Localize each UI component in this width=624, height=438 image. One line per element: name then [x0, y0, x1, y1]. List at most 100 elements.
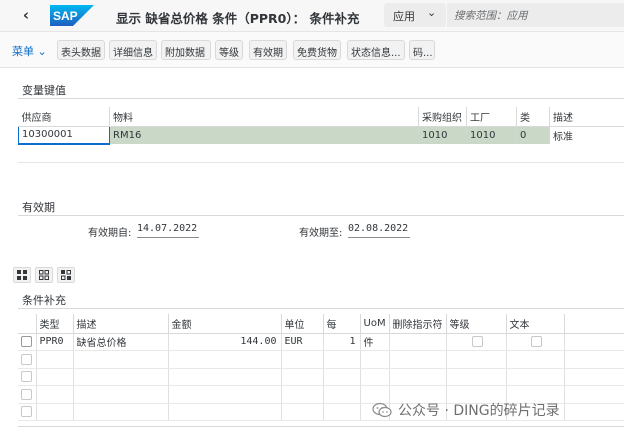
material-field: RM16 — [109, 126, 419, 144]
conditions-section-title: 条件补充 — [22, 294, 66, 307]
column-header: 删除指示符 — [389, 314, 447, 334]
column-header: 单位 — [281, 314, 324, 334]
column-header: 类 — [516, 107, 550, 127]
empty-cell — [360, 368, 390, 386]
status-info-button[interactable]: 状态信息... — [347, 40, 405, 60]
empty-cell — [389, 368, 447, 386]
code-button[interactable]: 码... — [409, 40, 435, 60]
unit-cell: EUR — [281, 333, 324, 351]
details-button[interactable]: 详细信息 — [109, 40, 157, 60]
validity-section-title: 有效期 — [22, 201, 55, 214]
vendor-field[interactable]: 10300001 — [18, 125, 110, 145]
empty-cell — [564, 368, 624, 386]
purch-org-field: 1010 — [418, 126, 467, 144]
row-select[interactable] — [18, 403, 37, 421]
column-header: 金额 — [168, 314, 282, 334]
empty-cell — [281, 368, 324, 386]
empty-cell — [389, 350, 447, 369]
free-goods-button[interactable]: 免费货物 — [293, 40, 341, 60]
header-data-button[interactable]: 表头数据 — [57, 40, 105, 60]
valid-to-label: 有效期至: — [299, 228, 343, 239]
key-section-title: 变量键值 — [22, 84, 66, 97]
empty-cell — [36, 403, 74, 421]
row-select[interactable] — [18, 350, 37, 369]
menu-button[interactable]: 菜单 ⌄ — [12, 43, 47, 59]
column-header: 类型 — [36, 314, 74, 334]
chevron-left-icon[interactable]: ‹ — [18, 7, 34, 23]
per-cell: 1 — [323, 333, 361, 351]
row-checkbox[interactable] — [21, 353, 32, 365]
empty-cell — [564, 350, 624, 369]
empty-cell — [506, 350, 565, 369]
scales-checkbox[interactable] — [472, 336, 483, 347]
row-checkbox[interactable] — [21, 388, 32, 400]
row-checkbox[interactable] — [21, 371, 32, 382]
column-header: 文本 — [506, 314, 565, 334]
amount-cell: 144.00 — [168, 333, 282, 351]
empty-cell — [564, 403, 624, 421]
deletion-indicator-cell — [389, 333, 447, 351]
empty-cell — [73, 350, 169, 369]
empty-cell — [506, 368, 565, 386]
divider — [18, 426, 624, 427]
empty-cell — [73, 403, 169, 421]
empty-cell — [281, 385, 324, 404]
search-scope-dropdown[interactable]: 应用 ⌄ — [384, 3, 446, 27]
empty-cell — [73, 385, 169, 404]
empty-cell — [168, 385, 282, 404]
row-checkbox[interactable] — [21, 406, 32, 417]
divider — [18, 98, 624, 99]
empty-cell — [73, 368, 169, 386]
divider — [18, 308, 624, 309]
table-row — [18, 350, 624, 369]
empty-cell — [323, 350, 361, 369]
table-row — [18, 368, 624, 386]
description-cell: 缺省总价格 — [73, 333, 169, 351]
grid-view-icon[interactable] — [13, 267, 31, 283]
select-column-header — [18, 314, 37, 334]
empty-cell — [323, 368, 361, 386]
grid-mixed-icon[interactable] — [57, 267, 75, 283]
valid-from-field[interactable]: 14.07.2022 — [137, 222, 199, 238]
table-row: 10300001 RM16 1010 1010 0 标准 — [18, 125, 624, 145]
empty-cell — [36, 385, 74, 404]
empty-cell — [168, 368, 282, 386]
additional-data-button[interactable]: 附加数据 — [161, 40, 211, 60]
menu-label: 菜单 — [12, 45, 34, 58]
column-header: 物料 — [109, 107, 419, 127]
empty-cell — [281, 403, 324, 421]
row-select[interactable] — [18, 368, 37, 386]
empty-cell — [323, 403, 361, 421]
key-table: 供应商 物料 采购组织 工厂 类 描述 10300001 RM16 1010 1… — [18, 107, 624, 145]
class-field: 0 — [516, 126, 550, 144]
row-select[interactable] — [18, 385, 37, 404]
column-header: 工厂 — [466, 107, 517, 127]
validity-button[interactable]: 有效期 — [249, 40, 287, 60]
empty-cell — [446, 350, 507, 369]
empty-row — [18, 145, 624, 163]
column-header: 每 — [323, 314, 361, 334]
sap-logo[interactable]: SAP — [50, 5, 94, 26]
grid-outline-icon[interactable] — [35, 267, 53, 283]
empty-cell — [323, 385, 361, 404]
empty-cell — [360, 350, 390, 369]
search-input[interactable]: 搜索范围：应用 — [447, 3, 624, 27]
scales-cell — [446, 333, 507, 351]
valid-to-field[interactable]: 02.08.2022 — [348, 222, 410, 238]
empty-cell — [446, 368, 507, 386]
empty-cell — [36, 350, 74, 369]
row-checkbox[interactable] — [21, 336, 32, 347]
type-cell: PPR0 — [36, 333, 74, 351]
wechat-icon — [372, 402, 392, 418]
chevron-down-icon: ⌄ — [37, 45, 47, 58]
valid-from-label: 有效期自: — [88, 228, 132, 239]
empty-cell — [168, 350, 282, 369]
svg-text:SAP: SAP — [53, 9, 78, 23]
column-header: 等级 — [446, 314, 507, 334]
text-checkbox[interactable] — [531, 336, 542, 347]
row-select[interactable] — [18, 333, 37, 351]
page-title: 显示 缺省总价格 条件（PPR0）： 条件补充 — [116, 11, 360, 26]
scales-button[interactable]: 等级 — [215, 40, 243, 60]
chevron-down-icon: ⌄ — [427, 6, 437, 19]
column-header — [564, 314, 624, 334]
